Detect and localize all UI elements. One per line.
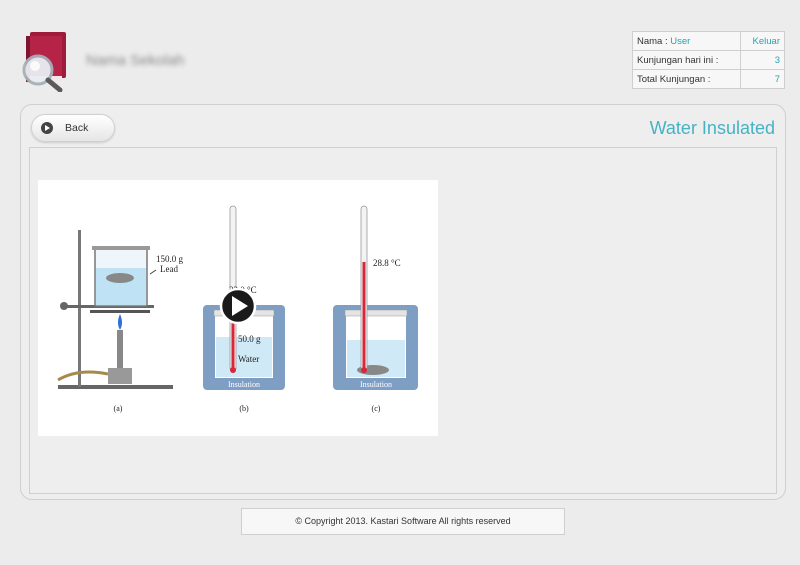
temp-c-label: 28.8 °C: [373, 258, 401, 268]
mass-water-label: 50.0 g: [238, 334, 261, 344]
caption-a: (a): [114, 404, 123, 413]
user-cell: Nama : User: [631, 31, 742, 51]
logout-link[interactable]: Keluar: [753, 36, 780, 47]
water-label: Water: [238, 354, 259, 364]
visits-today-label: Kunjungan hari ini :: [631, 50, 742, 70]
copyright-text: © Copyright 2013. Kastari Software All r…: [295, 516, 511, 526]
insulated-container-c: [333, 205, 418, 390]
page-title: Water Insulated: [649, 118, 775, 138]
visitor-info-table: Nama : User Keluar Kunjungan hari ini : …: [631, 31, 785, 89]
total-visits-label: Total Kunjungan :: [631, 69, 742, 89]
main-panel: Back Water Insulated 150.0 g Lead (a) 50…: [20, 104, 786, 500]
back-arrow-icon: [41, 122, 53, 134]
header: Nama Sekolah Nama : User Keluar Kunjunga…: [0, 0, 800, 100]
caption-c: (c): [372, 404, 381, 413]
lesson-figure: 150.0 g Lead (a) 22.0 °C 50.0 g Water In…: [38, 180, 438, 436]
user-label: Nama :: [637, 35, 668, 47]
mass-lead-label: 150.0 g: [156, 254, 184, 264]
content-area: 150.0 g Lead (a) 22.0 °C 50.0 g Water In…: [29, 147, 777, 494]
visits-today-row: Kunjungan hari ini : 3: [631, 50, 785, 70]
user-name-link[interactable]: User: [670, 36, 690, 47]
insulation-label-c: Insulation: [360, 380, 392, 389]
back-button[interactable]: Back: [31, 114, 115, 142]
lead-label: Lead: [160, 264, 178, 274]
book-magnifier-logo: [20, 30, 78, 93]
visits-today-value: 3: [740, 50, 785, 70]
caption-b: (b): [239, 404, 249, 413]
total-visits-row: Total Kunjungan : 7: [631, 69, 785, 89]
user-row: Nama : User Keluar: [631, 31, 785, 51]
play-icon[interactable]: [219, 287, 257, 325]
back-label: Back: [65, 122, 89, 134]
school-name: Nama Sekolah: [86, 52, 185, 69]
insulation-label-b: Insulation: [228, 380, 260, 389]
footer: © Copyright 2013. Kastari Software All r…: [241, 508, 565, 535]
logout-cell: Keluar: [740, 31, 785, 51]
total-visits-value: 7: [740, 69, 785, 89]
